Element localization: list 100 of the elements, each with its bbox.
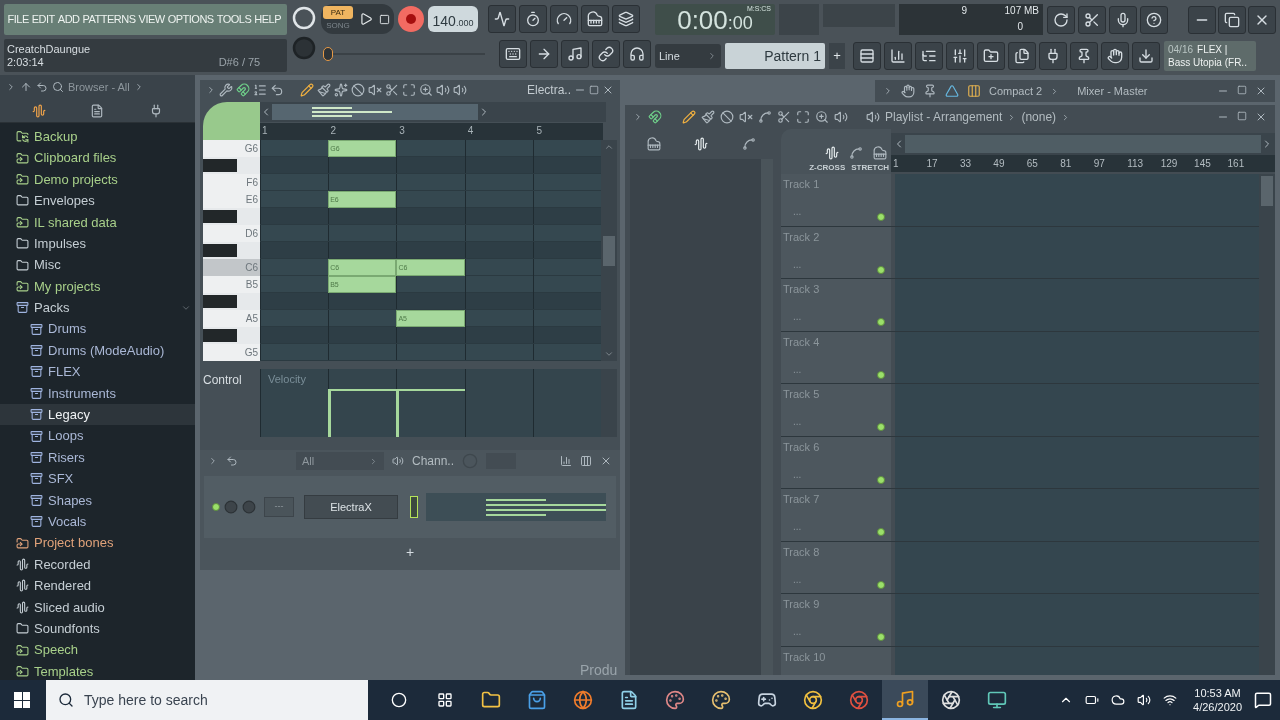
ban-icon[interactable] [720,110,734,124]
keyboard-icon[interactable] [499,40,527,68]
refresh-icon[interactable] [1047,5,1075,34]
add-pattern-button[interactable]: + [829,43,845,69]
control-label[interactable]: Control [203,371,242,389]
add-channel-button[interactable]: + [405,542,415,563]
layers-icon[interactable] [612,5,640,33]
undo-icon[interactable] [270,83,284,97]
battery-icon[interactable] [1085,693,1100,707]
expand-icon[interactable] [6,82,16,92]
piano-icon[interactable] [581,5,609,33]
browser-item[interactable]: Demo projects [0,168,195,191]
magnet-icon[interactable] [648,110,662,124]
clock-date[interactable]: 4/26/2020 [1193,700,1242,714]
maximize-icon[interactable] [1237,111,1247,121]
activity-icon[interactable] [488,5,516,33]
browser-item[interactable]: Legacy [0,404,195,426]
browser-item[interactable]: Vocals [0,511,195,533]
select-indicator[interactable] [410,496,418,518]
folder-icon[interactable] [977,42,1005,70]
undo-icon[interactable] [226,455,238,467]
music-note-icon[interactable] [561,40,589,68]
piano-key[interactable] [203,293,260,310]
maximize-icon[interactable] [589,85,599,95]
curve-icon[interactable] [742,137,757,151]
speaker-icon[interactable] [392,455,404,467]
sliders-icon[interactable] [946,42,974,70]
pattern-name[interactable]: (none) [1021,108,1057,126]
scissors-icon[interactable] [385,83,399,97]
speaker-icon[interactable] [453,83,467,97]
waveform-icon[interactable] [32,103,47,118]
hand-icon[interactable] [901,84,915,98]
windows-logo-icon[interactable] [14,692,30,708]
columns-icon[interactable] [967,84,981,98]
browser-item[interactable]: Templates [0,660,195,680]
play-icon[interactable] [359,12,373,26]
snap-dropdown[interactable]: Line [655,44,721,68]
browser-item[interactable]: Envelopes [0,190,195,212]
browser-item[interactable]: Instruments [0,382,195,405]
track-led[interactable] [877,370,885,379]
browser-item[interactable]: Project bones [0,532,195,554]
velocity-stem[interactable] [328,389,397,437]
piano-key[interactable] [203,208,260,225]
up-arrow-icon[interactable] [20,81,32,93]
mode-toggle[interactable]: SONG [323,19,353,32]
pencil-icon[interactable] [682,110,696,124]
browser-item[interactable]: SFX [0,468,195,490]
help-icon[interactable] [1140,5,1168,34]
speaker-icon[interactable] [834,110,848,124]
piano-key[interactable]: D6 [203,225,260,242]
mute-icon[interactable] [739,110,753,124]
browser-item[interactable]: Rendered [0,575,195,597]
browser-item[interactable]: Speech [0,639,195,661]
piano-key[interactable] [203,242,260,259]
browser-item[interactable]: Recorded [0,553,195,576]
microphone-icon[interactable] [1109,5,1137,34]
browser-item[interactable]: Shapes [0,489,195,512]
search-field[interactable]: Type here to search [46,680,368,720]
curve-icon[interactable] [849,146,863,160]
maximize-icon[interactable] [1237,85,1247,95]
piano-icon[interactable] [646,137,661,151]
browser-item[interactable]: Misc [0,254,195,276]
close-icon[interactable] [1248,5,1276,34]
download-icon[interactable] [1132,42,1160,70]
browser-item[interactable]: Sliced audio [0,596,195,618]
scrollbar[interactable] [601,140,617,361]
menu-item[interactable]: FILE [6,11,31,28]
expand-icon[interactable] [883,86,893,96]
mute-icon[interactable] [368,83,382,97]
close-icon[interactable] [600,455,612,467]
timer-icon[interactable] [519,5,547,33]
menu-item[interactable]: HELP [252,11,283,28]
record-button[interactable] [398,6,424,32]
browser-item[interactable]: Drums (ModeAudio) [0,339,195,362]
document-icon[interactable] [90,103,105,118]
close-icon[interactable] [602,84,614,96]
piano-key[interactable]: F6 [203,174,260,191]
scissors-icon[interactable] [777,110,791,124]
restore-icon[interactable] [1218,5,1246,34]
menu-item[interactable]: VIEW [137,11,167,28]
menu-item[interactable]: EDIT [30,11,57,28]
minimize-icon[interactable] [1188,5,1216,34]
zoom-icon[interactable] [815,110,829,124]
speaker-icon[interactable] [436,83,450,97]
option-toggle[interactable]: Z-CROSS [809,163,846,172]
news-panel[interactable]: 04/16 FLEX | Bass Utopia (FR.. [1164,41,1256,71]
track-led[interactable] [877,475,885,484]
scrollbar-thumb[interactable] [1261,176,1273,206]
slip-icon[interactable] [758,110,772,124]
zoom-icon[interactable] [419,83,433,97]
undo-icon[interactable] [36,81,48,93]
piano-key[interactable] [203,327,260,344]
clock-time[interactable]: 10:53 AM [1194,686,1241,700]
browser-item[interactable]: Packs [0,297,195,319]
pencil-icon[interactable] [300,83,314,97]
brush-icon[interactable] [317,83,331,97]
mixer-track-field[interactable]: --- [264,497,294,517]
ban-icon[interactable] [351,83,365,97]
link-icon[interactable] [592,40,620,68]
menu-item[interactable]: OPTIONS [166,11,216,28]
